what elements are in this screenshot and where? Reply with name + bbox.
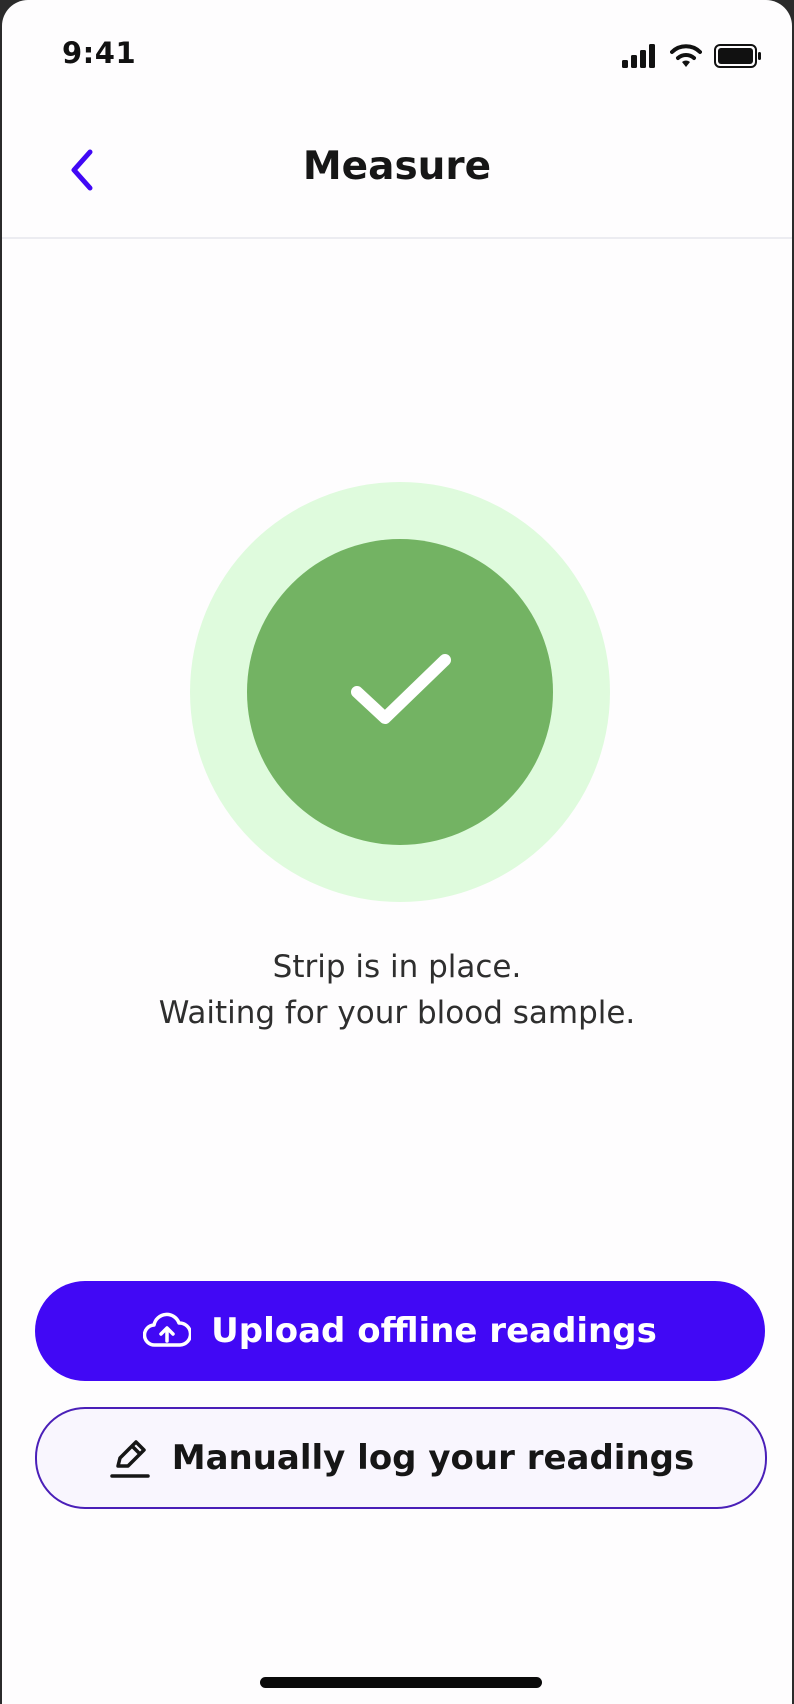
status-bar: 9:41 [2, 0, 792, 110]
home-indicator[interactable] [260, 1677, 542, 1688]
check-icon [351, 654, 451, 724]
pencil-icon [109, 1440, 150, 1478]
navigation-bar: Measure [2, 120, 792, 239]
app-screen: 9:41 Measure Strip is in place. Waiting … [2, 0, 792, 1704]
manually-log-readings-button[interactable]: Manually log your readings [35, 1407, 767, 1509]
wifi-icon [670, 44, 702, 67]
cellular-signal-icon [622, 44, 655, 68]
battery-icon [714, 44, 761, 68]
status-message: Strip is in place. Waiting for your bloo… [2, 944, 792, 1036]
upload-offline-readings-button[interactable]: Upload offline readings [35, 1281, 765, 1381]
status-icons [622, 42, 762, 70]
status-time: 9:41 [62, 36, 137, 70]
cloud-upload-icon [143, 1312, 192, 1347]
status-message-line2: Waiting for your blood sample. [158, 995, 636, 1031]
page-title: Measure [302, 144, 492, 189]
manually-log-readings-label: Manually log your readings [171, 1438, 695, 1478]
status-message-line1: Strip is in place. [272, 949, 522, 985]
upload-offline-readings-label: Upload offline readings [211, 1311, 657, 1351]
